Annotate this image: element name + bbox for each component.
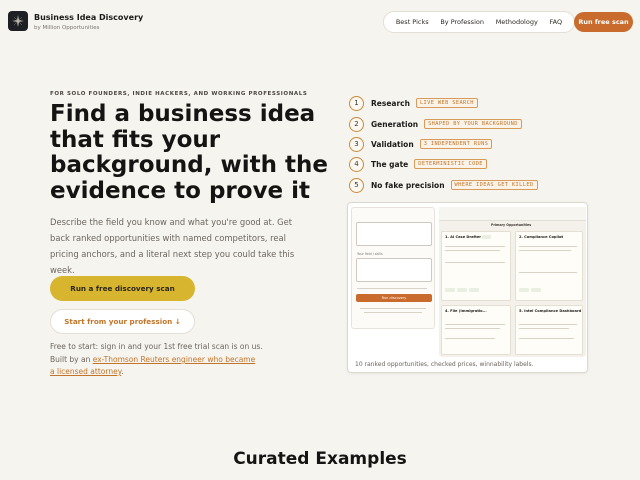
sparkle-icon bbox=[12, 15, 24, 27]
preview-chip bbox=[457, 288, 467, 292]
preview-chip bbox=[445, 288, 455, 292]
step-number: 3 bbox=[349, 136, 364, 152]
step-number: 5 bbox=[349, 177, 364, 193]
preview-chip bbox=[482, 235, 491, 239]
preview-card: 2. Compliance Copilot bbox=[515, 231, 583, 301]
nav-faq[interactable]: FAQ bbox=[550, 18, 563, 26]
step-label: Generation bbox=[371, 119, 419, 129]
preview-caption: 10 ranked opportunities, checked prices,… bbox=[355, 361, 534, 368]
preview-divider bbox=[445, 338, 495, 339]
step-label: Research bbox=[371, 98, 410, 108]
brand-title[interactable]: Business Idea Discovery bbox=[34, 13, 143, 22]
preview-run-button: Run discovery bbox=[356, 294, 432, 302]
preview-divider bbox=[445, 250, 500, 251]
step-generation: 2 Generation SHAPED BY YOUR BACKGROUND bbox=[349, 116, 522, 132]
run-discovery-scan-button[interactable]: Run a free discovery scan bbox=[50, 276, 195, 301]
built-by-suffix: . bbox=[121, 367, 124, 376]
preview-form-label: Your field / skills bbox=[357, 252, 383, 256]
step-the-gate: 4 The gate DETERMINISTIC CODE bbox=[349, 156, 487, 172]
hero-title: Find a business idea that fits your back… bbox=[50, 101, 328, 204]
step-tag: LIVE WEB SEARCH bbox=[415, 98, 478, 108]
preview-divider bbox=[364, 312, 422, 313]
preview-card: 1. AI Case Drafter bbox=[441, 231, 511, 301]
step-number: 4 bbox=[349, 156, 364, 172]
preview-divider bbox=[519, 250, 571, 251]
preview-divider bbox=[445, 328, 500, 329]
preview-panel-title: Primary Opportunities bbox=[491, 223, 532, 227]
preview-card-title: 5. Intel Compliance Dashboard bbox=[519, 309, 582, 313]
hero-eyebrow: FOR SOLO FOUNDERS, INDIE HACKERS, AND WO… bbox=[50, 91, 308, 97]
step-no-fake-precision: 5 No fake precision WHERE IDEAS GET KILL… bbox=[349, 177, 538, 193]
preview-divider bbox=[357, 288, 427, 289]
preview-card-title: 4. File (Immigratio... bbox=[445, 309, 487, 313]
nav-methodology[interactable]: Methodology bbox=[496, 18, 538, 26]
step-tag: WHERE IDEAS GET KILLED bbox=[450, 180, 538, 190]
preview-results-panel: Primary Opportunities 1. AI Case Drafter… bbox=[439, 207, 586, 357]
brand-subtitle: by Million Opportunities bbox=[34, 25, 100, 31]
preview-divider bbox=[519, 324, 577, 325]
preview-divider bbox=[445, 324, 505, 325]
preview-divider bbox=[445, 246, 505, 247]
preview-divider bbox=[519, 272, 577, 273]
start-from-profession-button[interactable]: Start from your profession ↓ bbox=[50, 309, 195, 334]
preview-textarea-skills bbox=[356, 258, 432, 282]
run-free-scan-button[interactable]: Run free scan bbox=[574, 12, 633, 32]
curated-examples-heading: Curated Examples bbox=[233, 449, 407, 469]
app-preview-screenshot: Your field / skills Run discovery Primar… bbox=[347, 202, 588, 373]
preview-divider bbox=[519, 328, 569, 329]
preview-chip bbox=[531, 288, 541, 292]
step-tag: SHAPED BY YOUR BACKGROUND bbox=[424, 119, 522, 129]
preview-card: 4. File (Immigratio... bbox=[441, 305, 511, 355]
main-nav: Best Picks By Profession Methodology FAQ bbox=[383, 11, 575, 33]
nav-best-picks[interactable]: Best Picks bbox=[396, 18, 429, 26]
preview-divider bbox=[519, 246, 577, 247]
step-validation: 3 Validation 3 INDEPENDENT RUNS bbox=[349, 136, 493, 152]
step-number: 2 bbox=[349, 116, 364, 132]
preview-card-title: 1. AI Case Drafter bbox=[445, 235, 482, 239]
preview-chip bbox=[469, 288, 479, 292]
step-label: Validation bbox=[371, 139, 414, 149]
free-trial-note: Free to start: sign in and your 1st free… bbox=[50, 342, 263, 351]
hero-description: Describe the field you know and what you… bbox=[50, 217, 295, 275]
preview-card: 5. Intel Compliance Dashboard bbox=[515, 305, 583, 355]
step-number: 1 bbox=[349, 95, 364, 111]
preview-textarea bbox=[356, 222, 432, 246]
preview-toolbar bbox=[439, 207, 586, 221]
preview-input-panel: Your field / skills Run discovery bbox=[351, 207, 435, 329]
preview-divider bbox=[445, 262, 505, 263]
built-by-prefix: Built by an bbox=[50, 355, 93, 364]
step-label: The gate bbox=[371, 159, 409, 169]
brand-logo-icon[interactable] bbox=[8, 11, 28, 31]
preview-divider bbox=[519, 338, 574, 339]
built-by-note: Built by an ex-Thomson Reuters engineer … bbox=[50, 354, 260, 378]
step-tag: 3 INDEPENDENT RUNS bbox=[419, 139, 493, 149]
nav-by-profession[interactable]: By Profession bbox=[440, 18, 484, 26]
preview-card-title: 2. Compliance Copilot bbox=[519, 235, 564, 239]
site-header: Business Idea Discovery by Million Oppor… bbox=[0, 0, 640, 44]
step-label: No fake precision bbox=[371, 180, 445, 190]
preview-divider bbox=[360, 308, 426, 309]
step-tag: DETERMINISTIC CODE bbox=[414, 159, 487, 169]
step-research: 1 Research LIVE WEB SEARCH bbox=[349, 95, 478, 111]
preview-chip bbox=[519, 288, 529, 292]
